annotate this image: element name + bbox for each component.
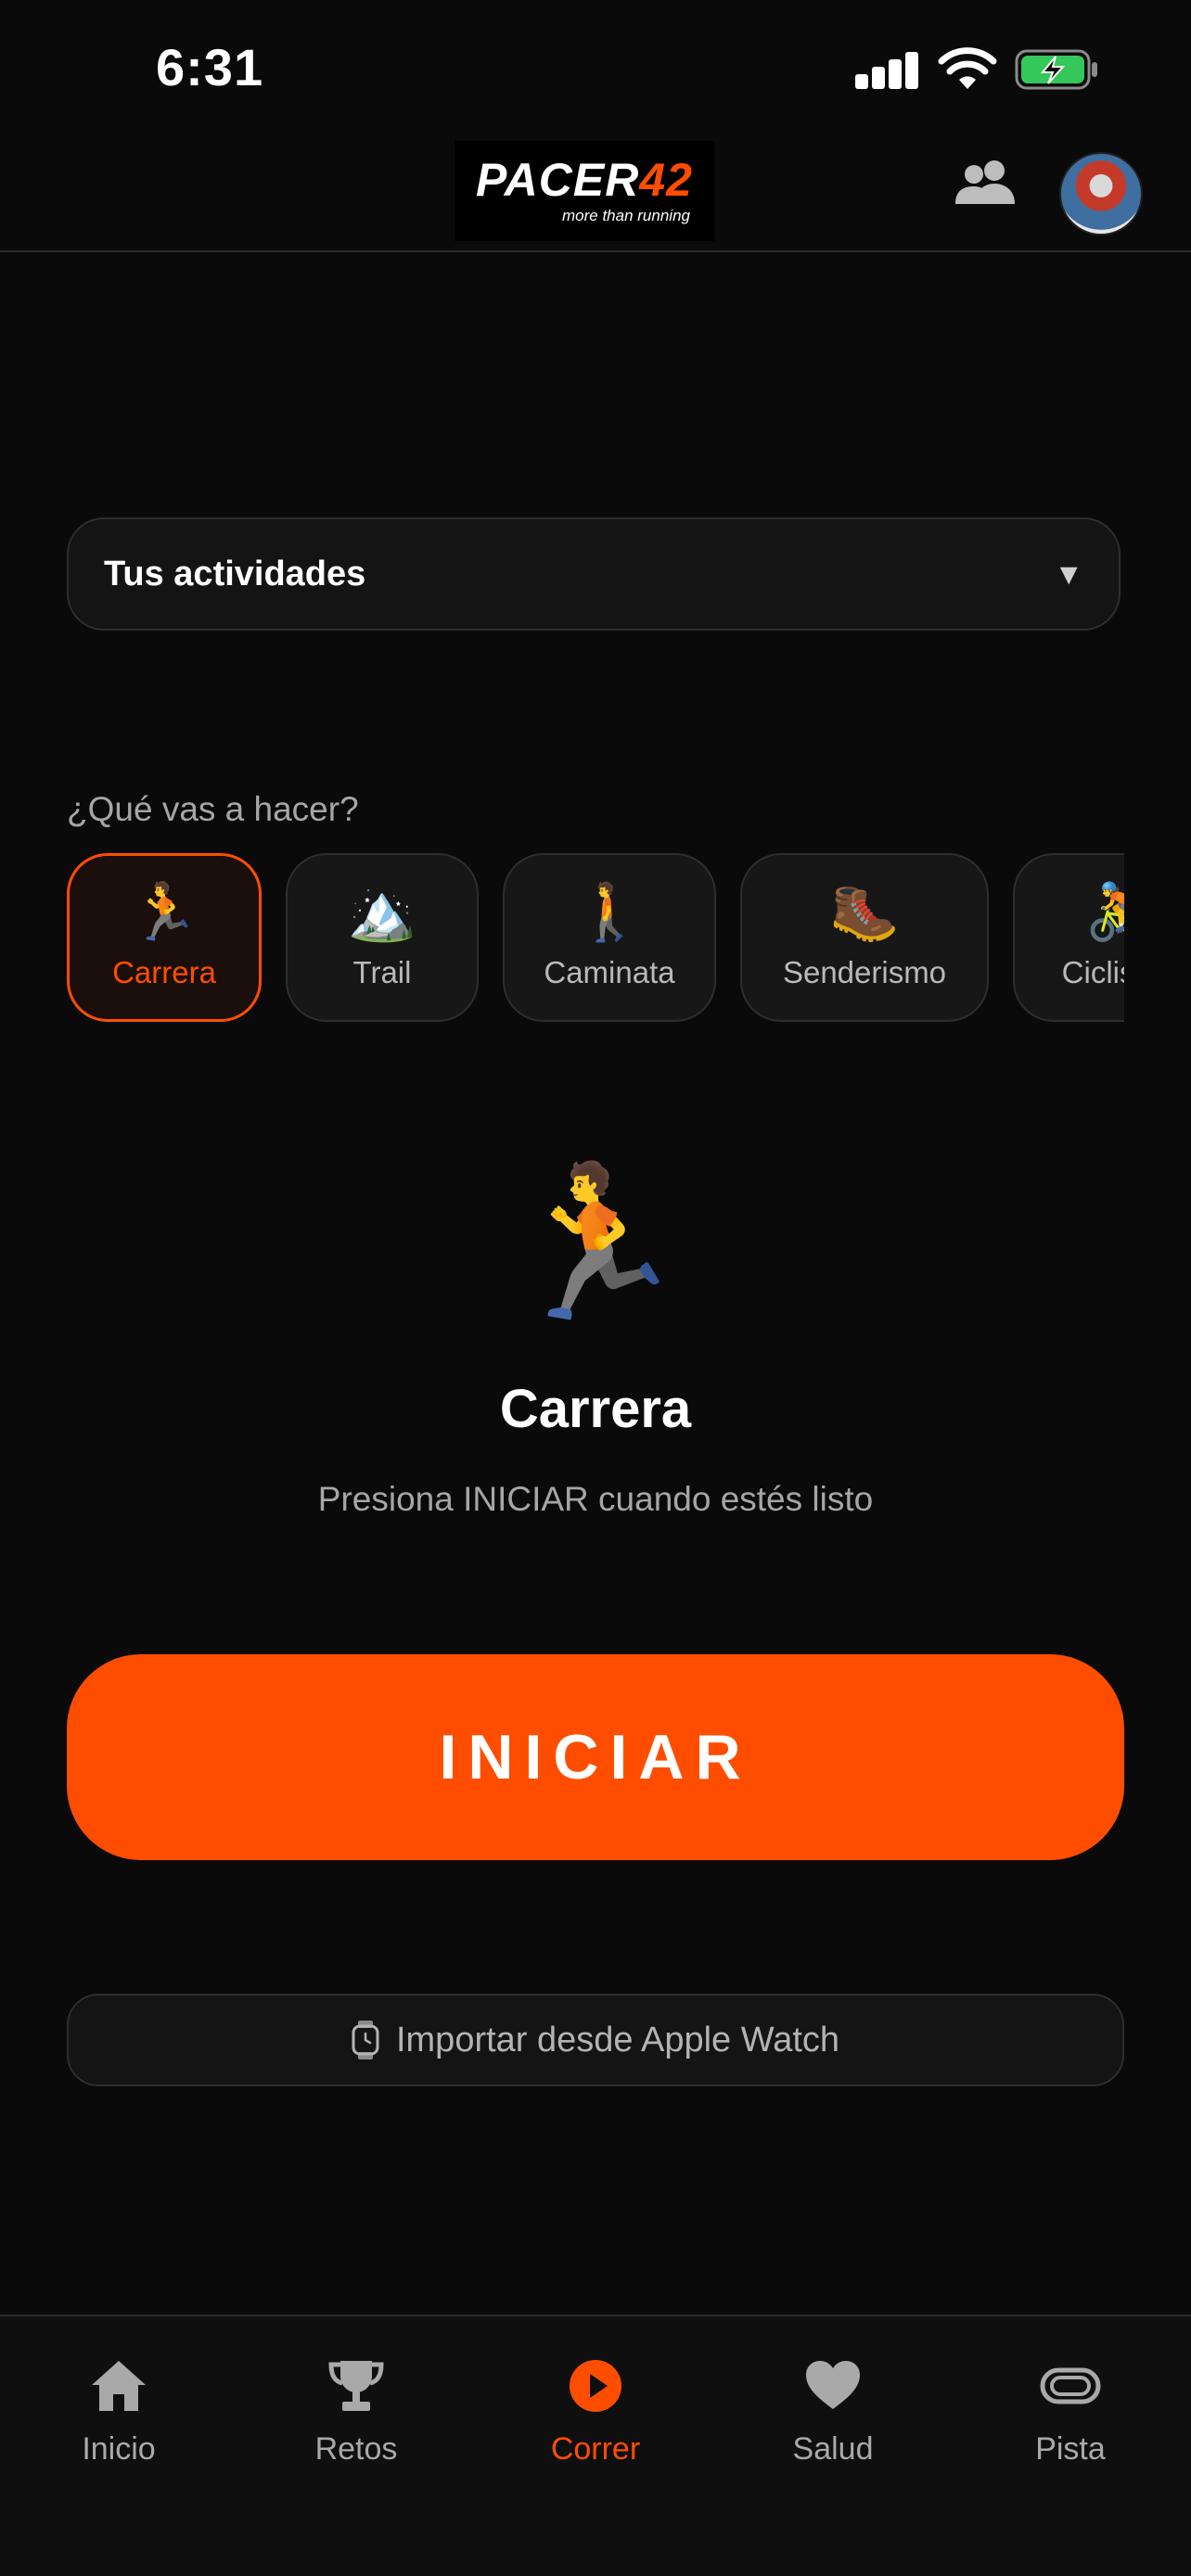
home-icon bbox=[92, 2361, 146, 2411]
tab-salud[interactable]: Salud bbox=[740, 2355, 926, 2468]
activity-chip-ciclismo[interactable]: 🚴 Ciclismo bbox=[1013, 853, 1124, 1022]
tab-correr[interactable]: Correr bbox=[503, 2355, 688, 2468]
selected-activity-icon: 🏃 bbox=[503, 1159, 688, 1325]
tab-retos[interactable]: Retos bbox=[263, 2355, 449, 2468]
activity-chip-carrera[interactable]: 🏃 Carrera bbox=[67, 853, 262, 1022]
walker-icon: 🚶 bbox=[574, 881, 645, 943]
wifi-icon bbox=[938, 47, 997, 89]
activity-chips-scroller[interactable]: 🏃 Carrera 🏔️ Trail 🚶 Caminata 🥾 Senderis… bbox=[67, 853, 1124, 1026]
selected-activity-hint: Presiona INICIAR cuando estés listo bbox=[317, 1480, 874, 1518]
activities-dropdown[interactable]: Tus actividades ▼ bbox=[67, 517, 1121, 631]
import-apple-watch-label: Importar desde Apple Watch bbox=[395, 2020, 840, 2060]
mountain-icon: 🏔️ bbox=[347, 881, 417, 943]
tab-inicio[interactable]: Inicio bbox=[26, 2355, 211, 2468]
activity-chip-senderismo[interactable]: 🥾 Senderismo bbox=[740, 853, 989, 1022]
trophy-icon bbox=[328, 2361, 384, 2411]
watch-icon bbox=[352, 2021, 379, 2060]
header-divider bbox=[0, 250, 1191, 252]
status-time: 6:31 bbox=[156, 38, 264, 96]
heart-icon bbox=[806, 2361, 860, 2409]
profile-avatar[interactable] bbox=[1059, 152, 1143, 236]
cellular-signal-icon bbox=[855, 52, 918, 89]
start-button[interactable]: INICIAR bbox=[67, 1654, 1124, 1860]
track-icon bbox=[1040, 2367, 1101, 2404]
play-circle-icon bbox=[570, 2360, 621, 2412]
activity-question: ¿Qué vas a hacer? bbox=[67, 790, 359, 828]
activity-chip-caminata[interactable]: 🚶 Caminata bbox=[503, 853, 716, 1022]
friends-icon[interactable] bbox=[954, 156, 1018, 208]
tab-bar: Inicio Retos Correr Salud Pista bbox=[0, 2316, 1191, 2576]
selected-activity-title: Carrera bbox=[499, 1379, 692, 1439]
chevron-down-icon: ▼ bbox=[1054, 556, 1083, 591]
activities-dropdown-label: Tus actividades bbox=[104, 554, 366, 593]
cyclist-icon: 🚴 bbox=[1084, 881, 1124, 943]
battery-charging-icon bbox=[1015, 49, 1097, 90]
pacer42-logo: PACER42 more than running bbox=[455, 141, 714, 241]
runner-icon: 🏃 bbox=[129, 881, 199, 943]
tab-pista[interactable]: Pista bbox=[978, 2355, 1163, 2468]
import-apple-watch-button[interactable]: Importar desde Apple Watch bbox=[67, 1994, 1124, 2086]
activity-chip-trail[interactable]: 🏔️ Trail bbox=[286, 853, 479, 1022]
hiking-boot-icon: 🥾 bbox=[829, 881, 900, 943]
